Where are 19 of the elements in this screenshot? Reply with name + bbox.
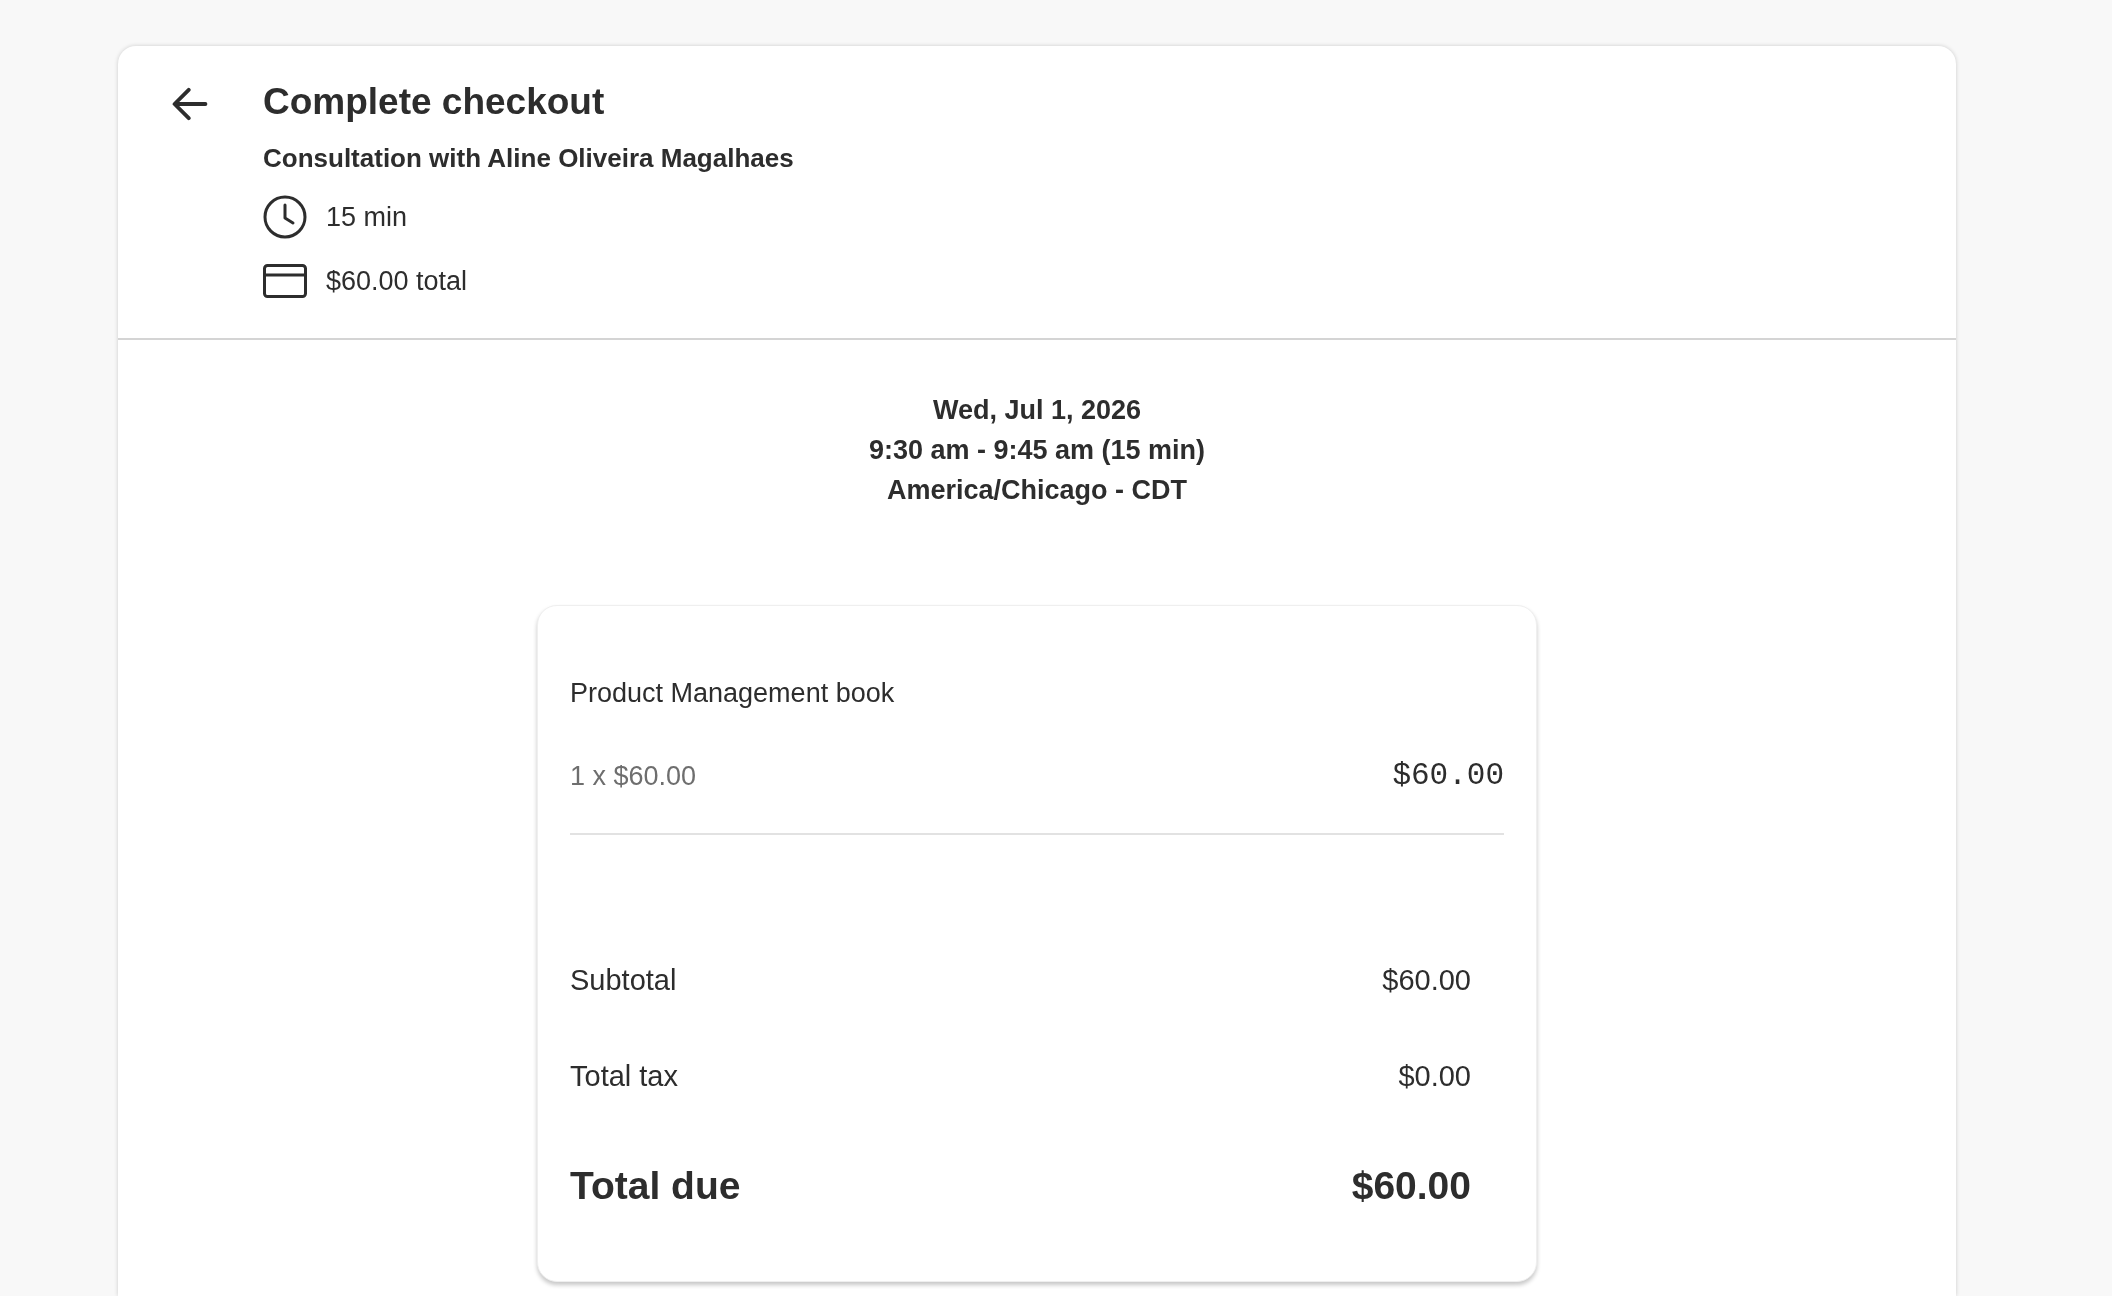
duration-text: 15 min	[326, 201, 408, 234]
timezone-text: America/Chicago - CDT	[885, 474, 1189, 507]
arrow-left-icon	[172, 86, 208, 122]
clock-icon	[263, 195, 307, 239]
total-value: $60.00	[1351, 1163, 1471, 1209]
summary-value: $0.00	[1398, 1059, 1471, 1094]
price-text: $60.00 total	[326, 265, 468, 298]
item-quantity-price: 1 x $60.00	[570, 760, 697, 793]
date-text: Wed, Jul 1, 2026	[931, 394, 1143, 427]
item-amount: $60.00	[1392, 757, 1504, 795]
summary-value: $60.00	[1382, 963, 1471, 998]
consultation-subtitle: Consultation with Aline Oliveira Magalhaes	[263, 142, 794, 175]
summary-label: Subtotal	[570, 963, 677, 998]
item-name: Product Management book	[570, 677, 896, 710]
credit-card-icon	[263, 264, 307, 298]
total-label: Total due	[570, 1163, 741, 1209]
page-title: Complete checkout	[263, 80, 606, 124]
summary-label: Total tax	[570, 1059, 678, 1094]
time-range-text: 9:30 am - 9:45 am (15 min)	[867, 434, 1207, 467]
